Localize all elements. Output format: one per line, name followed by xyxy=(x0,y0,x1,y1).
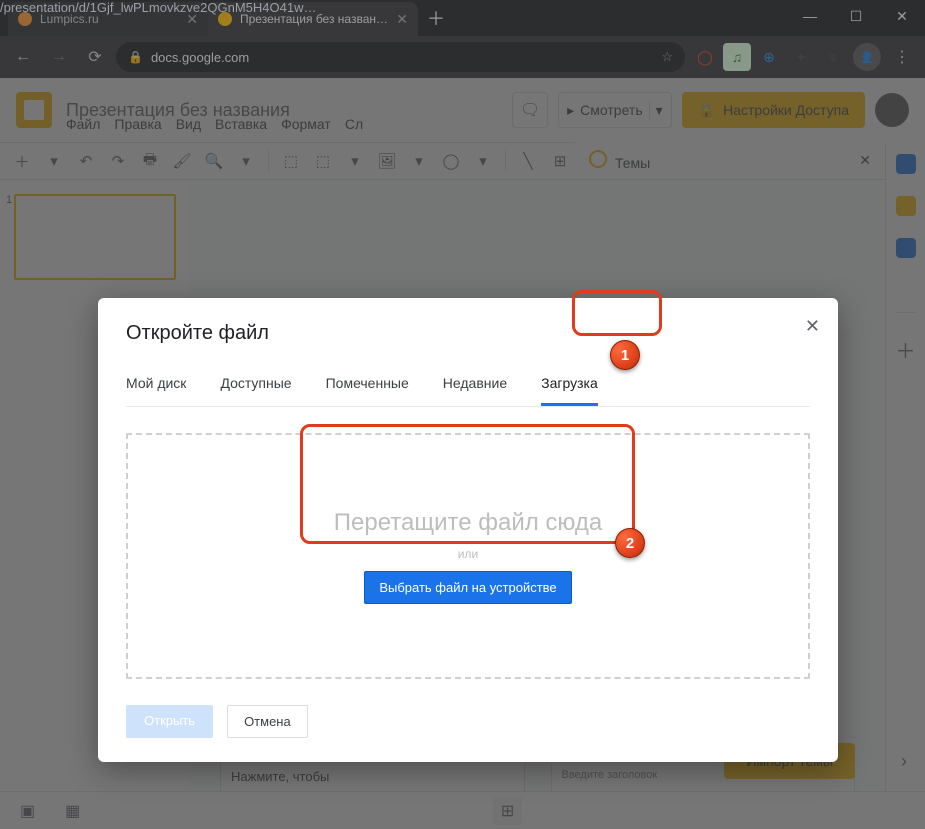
slides-app: Презентация без названия 🗨 ▸ Смотреть ▾ … xyxy=(0,78,925,829)
dialog-tab-0[interactable]: Мой диск xyxy=(126,367,186,406)
dialog-close-icon[interactable]: ✕ xyxy=(805,316,820,337)
omnibox[interactable]: 🔒 docs.google.com/presentation/d/1Gjf_lw… xyxy=(116,42,685,72)
drag-text: Перетащите файл сюда xyxy=(334,509,602,537)
dialog-title: Откройте файл xyxy=(126,322,810,345)
dialog-actions: Открыть Отмена xyxy=(126,705,810,738)
or-text: или xyxy=(458,547,478,561)
dialog-tab-1[interactable]: Доступные xyxy=(220,367,291,406)
browser-window: Lumpics.ru ✕ Презентация без названия - … xyxy=(0,0,925,829)
open-file-dialog: Откройте файл ✕ Мой диск Доступные Помечен… xyxy=(98,298,838,762)
cancel-button[interactable]: Отмена xyxy=(227,705,308,738)
select-file-button[interactable]: Выбрать файл на устройстве xyxy=(364,571,571,604)
dialog-tabs: Мой диск Доступные Помеченные Недавние Загру… xyxy=(126,367,810,407)
open-button[interactable]: Открыть xyxy=(126,705,213,738)
address-bar-row: ← → ⟳ 🔒 docs.google.com/presentation/d/1… xyxy=(0,36,925,78)
dialog-tab-3[interactable]: Недавние xyxy=(443,367,507,406)
upload-dropzone[interactable]: Перетащите файл сюда или Выбрать файл на… xyxy=(126,433,810,679)
dialog-tab-4[interactable]: Загрузка xyxy=(541,367,598,406)
url-text: docs.google.com/presentation/d/1Gjf_lwPL… xyxy=(151,50,249,65)
dialog-tab-2[interactable]: Помеченные xyxy=(326,367,409,406)
